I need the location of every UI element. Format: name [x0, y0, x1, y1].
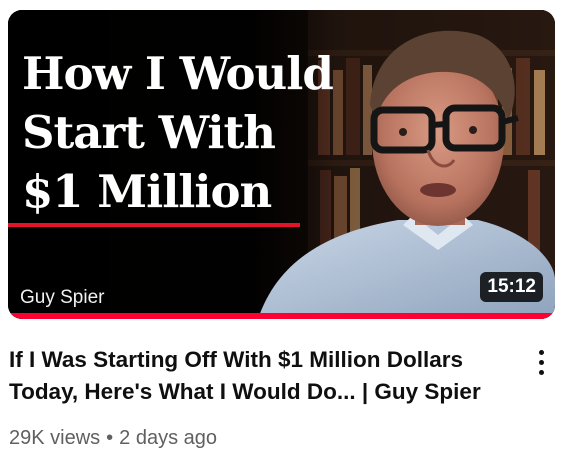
thumbnail-title-line: $1 Million	[22, 165, 272, 218]
more-vert-icon	[538, 349, 544, 375]
video-title-link[interactable]: If I Was Starting Off With $1 Million Do…	[9, 344, 509, 408]
video-title-line: If I Was Starting Off With $1 Million Do…	[9, 347, 463, 372]
duration-badge: 15:12	[480, 272, 543, 302]
thumbnail-title-line: Start With	[22, 106, 276, 159]
menu-dot	[538, 349, 544, 355]
menu-dot	[538, 369, 544, 375]
video-metadata: 29K views • 2 days ago	[9, 427, 217, 450]
thumbnail-title-text: How I Would Start With $1 Million	[22, 44, 334, 221]
watch-progress-fill	[8, 313, 555, 319]
more-actions-button[interactable]	[527, 344, 555, 380]
thumbnail-title-line: How I Would	[22, 47, 334, 100]
video-card: How I Would Start With $1 Million Guy Sp…	[0, 0, 562, 462]
video-title-line: Today, Here's What I Would Do... | Guy S…	[9, 379, 481, 404]
menu-dot	[538, 359, 544, 365]
thumbnail-title-underline	[8, 223, 300, 227]
meta-separator: •	[106, 427, 114, 449]
upload-age: 2 days ago	[119, 427, 218, 449]
watch-progress-bar	[8, 313, 555, 319]
thumbnail-channel-watermark: Guy Spier	[20, 287, 105, 308]
view-count: 29K views	[9, 427, 101, 449]
video-thumbnail[interactable]: How I Would Start With $1 Million Guy Sp…	[8, 10, 555, 319]
